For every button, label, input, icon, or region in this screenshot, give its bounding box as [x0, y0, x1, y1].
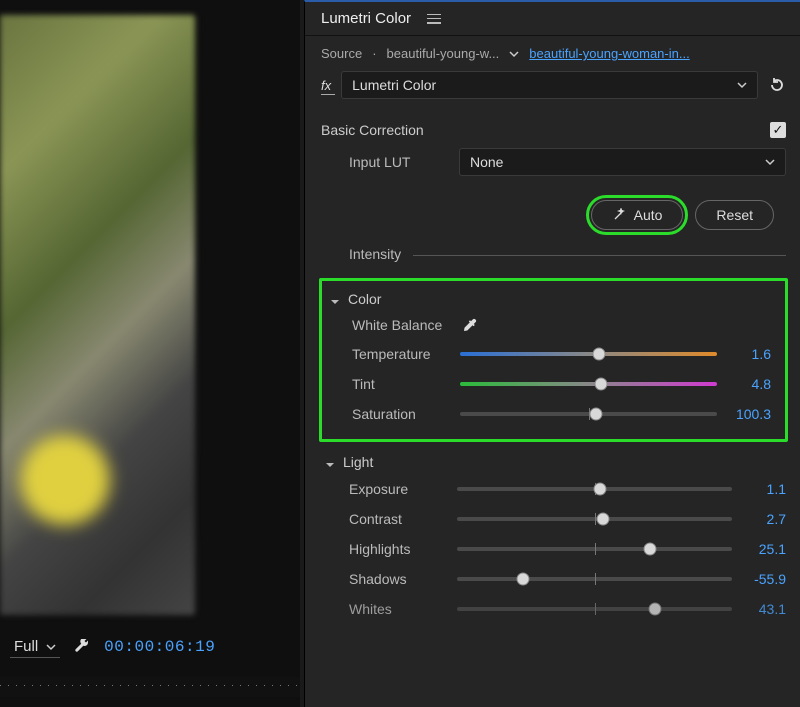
- shadows-value[interactable]: -55.9: [742, 571, 786, 587]
- tint-label: Tint: [352, 376, 450, 392]
- chevron-down-icon: [46, 642, 56, 652]
- basic-correction-title: Basic Correction: [321, 122, 424, 138]
- input-lut-label: Input LUT: [349, 154, 447, 170]
- temperature-slider[interactable]: [460, 352, 717, 356]
- slider-thumb[interactable]: [595, 378, 608, 391]
- eyedropper-icon[interactable]: [462, 317, 478, 333]
- saturation-label: Saturation: [352, 406, 450, 422]
- effect-row: fx Lumetri Color: [305, 65, 800, 111]
- reset-button[interactable]: Reset: [695, 200, 774, 230]
- resolution-dropdown[interactable]: Full: [10, 636, 60, 658]
- exposure-slider[interactable]: [457, 487, 732, 491]
- contrast-slider[interactable]: [457, 517, 732, 521]
- fx-badge-icon[interactable]: fx: [321, 78, 331, 93]
- shadows-slider[interactable]: [457, 577, 732, 581]
- intensity-label: Intensity: [349, 246, 401, 262]
- basic-correction-header[interactable]: Basic Correction ✓: [305, 111, 800, 142]
- contrast-row: Contrast 2.7: [349, 504, 786, 534]
- slider-thumb[interactable]: [643, 543, 656, 556]
- contrast-label: Contrast: [349, 511, 447, 527]
- auto-label: Auto: [634, 207, 663, 223]
- color-title: Color: [348, 291, 381, 307]
- shadows-label: Shadows: [349, 571, 447, 587]
- timecode[interactable]: 00:00:06:19: [104, 638, 215, 656]
- temperature-value[interactable]: 1.6: [727, 346, 771, 362]
- auto-button[interactable]: Auto: [591, 200, 684, 230]
- preview-pane: Full 00:00:06:19: [0, 0, 300, 707]
- whites-slider[interactable]: [457, 607, 732, 611]
- input-lut-row: Input LUT None: [349, 142, 786, 182]
- exposure-label: Exposure: [349, 481, 447, 497]
- intensity-slider[interactable]: [413, 255, 786, 256]
- slider-thumb[interactable]: [649, 603, 662, 616]
- slider-thumb[interactable]: [592, 348, 605, 361]
- contrast-value[interactable]: 2.7: [742, 511, 786, 527]
- slider-thumb[interactable]: [594, 483, 607, 496]
- whites-label: Whites: [349, 601, 447, 617]
- auto-reset-row: Auto Reset: [305, 182, 800, 244]
- basic-correction-checkbox[interactable]: ✓: [770, 122, 786, 138]
- preview-controls: Full 00:00:06:19: [0, 627, 300, 667]
- light-section: Light Exposure 1.1 Contrast 2.7 Highligh…: [305, 450, 800, 624]
- exposure-value[interactable]: 1.1: [742, 481, 786, 497]
- effect-name: Lumetri Color: [352, 77, 436, 93]
- chevron-down-icon: [765, 157, 775, 167]
- chevron-down-icon: [330, 294, 340, 304]
- shadows-row: Shadows -55.9: [349, 564, 786, 594]
- highlights-value[interactable]: 25.1: [742, 541, 786, 557]
- panel-header: Lumetri Color: [305, 2, 800, 36]
- color-header[interactable]: Color: [324, 291, 783, 311]
- slider-thumb[interactable]: [596, 513, 609, 526]
- light-header[interactable]: Light: [325, 450, 786, 474]
- temperature-row: Temperature 1.6: [352, 339, 771, 369]
- panel-title: Lumetri Color: [321, 10, 411, 27]
- input-lut-dropdown[interactable]: None: [459, 148, 786, 176]
- light-title: Light: [343, 454, 373, 470]
- wrench-icon[interactable]: [74, 639, 90, 655]
- resolution-label: Full: [14, 638, 38, 655]
- timeline-ruler[interactable]: [0, 677, 300, 697]
- tint-row: Tint 4.8: [352, 369, 771, 399]
- whites-value[interactable]: 43.1: [742, 601, 786, 617]
- effect-dropdown[interactable]: Lumetri Color: [341, 71, 758, 99]
- highlights-row: Highlights 25.1: [349, 534, 786, 564]
- chevron-down-icon[interactable]: [509, 49, 519, 59]
- source-row: Source · beautiful-young-w... beautiful-…: [305, 36, 800, 65]
- chevron-down-icon: [737, 80, 747, 90]
- reset-effect-icon[interactable]: [768, 76, 786, 94]
- source-name: beautiful-young-w...: [387, 46, 500, 61]
- bullet: ·: [372, 46, 376, 61]
- input-lut-value: None: [470, 154, 503, 170]
- whites-row: Whites 43.1: [349, 594, 786, 624]
- panel-menu-icon[interactable]: [427, 14, 441, 24]
- slider-thumb[interactable]: [517, 573, 530, 586]
- magic-wand-icon: [612, 208, 626, 222]
- saturation-row: Saturation 100.3: [352, 399, 771, 429]
- white-balance-label: White Balance: [352, 317, 450, 333]
- saturation-slider[interactable]: [460, 412, 717, 416]
- slider-thumb[interactable]: [590, 408, 603, 421]
- source-prefix-label: Source: [321, 46, 362, 61]
- lumetri-panel: Lumetri Color Source · beautiful-young-w…: [304, 0, 800, 707]
- saturation-value[interactable]: 100.3: [727, 406, 771, 422]
- clip-link[interactable]: beautiful-young-woman-in...: [529, 46, 689, 61]
- highlights-slider[interactable]: [457, 547, 732, 551]
- preview-monitor[interactable]: [0, 15, 195, 615]
- temperature-label: Temperature: [352, 346, 450, 362]
- tint-slider[interactable]: [460, 382, 717, 386]
- white-balance-row: White Balance: [352, 311, 771, 339]
- color-section: Color White Balance Temperature 1.6 Tint…: [319, 278, 788, 442]
- tint-value[interactable]: 4.8: [727, 376, 771, 392]
- exposure-row: Exposure 1.1: [349, 474, 786, 504]
- reset-label: Reset: [716, 207, 753, 223]
- highlights-label: Highlights: [349, 541, 447, 557]
- intensity-row: Intensity: [305, 244, 800, 278]
- chevron-down-icon: [325, 457, 335, 467]
